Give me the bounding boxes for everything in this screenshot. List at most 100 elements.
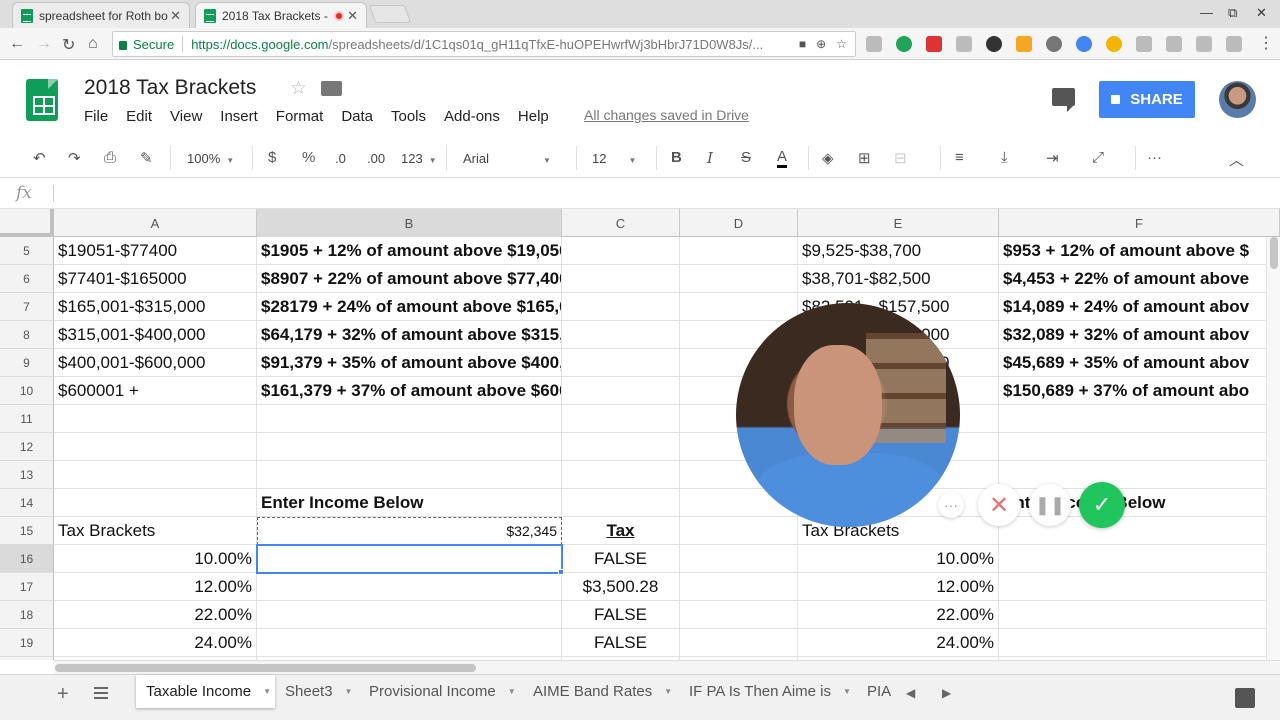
extension-icon[interactable] xyxy=(926,36,942,52)
close-window-icon[interactable]: ✕ xyxy=(1256,5,1267,21)
recorder-pause-icon[interactable]: ❚❚ xyxy=(1029,484,1071,526)
cell-e6[interactable]: $38,701-$82,500 xyxy=(798,265,999,293)
italic-button[interactable]: I xyxy=(707,149,713,167)
cell-f5[interactable]: $953 + 12% of amount above $ xyxy=(999,237,1280,265)
borders-icon[interactable]: ⊞ xyxy=(858,149,871,167)
cell-c12[interactable] xyxy=(562,433,680,461)
caret-down-icon[interactable]: ▼ xyxy=(345,687,353,696)
cell-b11[interactable] xyxy=(257,405,562,433)
cell-e17[interactable]: 12.00% xyxy=(798,573,999,601)
cell-f10[interactable]: $150,689 + 37% of amount abo xyxy=(999,377,1280,405)
comments-icon[interactable] xyxy=(1052,88,1075,112)
row-header-9[interactable]: 9 xyxy=(0,349,54,377)
cell-a18[interactable]: 22.00% xyxy=(54,601,257,629)
font-family-select[interactable]: Arial ▼ xyxy=(463,151,561,166)
sheet-tab-provisional-income[interactable]: Provisional Income ▼ xyxy=(359,675,523,708)
row-header-8[interactable]: 8 xyxy=(0,321,54,349)
paint-format-icon[interactable]: ✎ xyxy=(140,149,153,167)
cell-f17[interactable] xyxy=(999,573,1280,601)
column-header-d[interactable]: D xyxy=(680,209,798,237)
currency-format-button[interactable]: $ xyxy=(268,149,276,166)
menu-tools[interactable]: Tools xyxy=(391,108,426,125)
cell-d7[interactable] xyxy=(680,293,798,321)
vertical-scroll-thumb[interactable] xyxy=(1270,237,1278,269)
recorder-done-icon[interactable]: ✓ xyxy=(1079,482,1125,528)
cell-a17[interactable]: 12.00% xyxy=(54,573,257,601)
zoom-select[interactable]: 100% ▼ xyxy=(187,151,234,166)
cell-c9[interactable] xyxy=(562,349,680,377)
cell-c19[interactable]: FALSE xyxy=(562,629,680,657)
extension-icon[interactable] xyxy=(1106,36,1122,52)
browser-tab-tax-brackets[interactable]: 2018 Tax Brackets - ✕ xyxy=(195,2,367,28)
cell-e18[interactable]: 22.00% xyxy=(798,601,999,629)
sheet-tab-taxable-income[interactable]: Taxable Income ▼ xyxy=(136,675,275,708)
menu-addons[interactable]: Add-ons xyxy=(444,108,500,125)
menu-format[interactable]: Format xyxy=(276,108,324,125)
fill-color-icon[interactable]: ◈ xyxy=(822,149,834,167)
fill-handle[interactable] xyxy=(558,569,564,575)
recorder-more-button[interactable]: ··· xyxy=(938,492,964,518)
document-title[interactable]: 2018 Tax Brackets xyxy=(84,76,256,100)
cell-f19[interactable] xyxy=(999,629,1280,657)
cell-b12[interactable] xyxy=(257,433,562,461)
cell-f12[interactable] xyxy=(999,433,1280,461)
row-header-7[interactable]: 7 xyxy=(0,293,54,321)
row-header-12[interactable]: 12 xyxy=(0,433,54,461)
row-header-16[interactable]: 16 xyxy=(0,545,54,573)
add-sheet-icon[interactable]: + xyxy=(57,683,69,706)
cell-e19[interactable]: 24.00% xyxy=(798,629,999,657)
caret-down-icon[interactable]: ▼ xyxy=(508,687,516,696)
cell-c16[interactable]: FALSE xyxy=(562,545,680,573)
redo-icon[interactable]: ↷ xyxy=(68,149,81,167)
avatar[interactable] xyxy=(1219,81,1256,118)
cell-b18[interactable] xyxy=(257,601,562,629)
cell-f9[interactable]: $45,689 + 35% of amount abov xyxy=(999,349,1280,377)
new-tab-button[interactable] xyxy=(368,5,412,23)
maximize-icon[interactable]: ⧉ xyxy=(1228,5,1237,21)
extension-icon[interactable] xyxy=(896,36,912,52)
select-all-corner[interactable] xyxy=(0,209,54,237)
cell-c13[interactable] xyxy=(562,461,680,489)
column-header-b[interactable]: B xyxy=(257,209,562,237)
browser-tab-roth[interactable]: spreadsheet for Roth bo ✕ xyxy=(12,2,190,28)
menu-view[interactable]: View xyxy=(170,108,202,125)
merge-cells-icon[interactable]: ⊟ xyxy=(894,149,907,167)
cell-c14[interactable] xyxy=(562,489,680,517)
horizontal-scroll-thumb[interactable] xyxy=(55,664,476,672)
extension-icon[interactable] xyxy=(986,36,1002,52)
cell-a15[interactable]: Tax Brackets xyxy=(54,517,257,545)
cell-d17[interactable] xyxy=(680,573,798,601)
cell-a5[interactable]: $19051-$77400 xyxy=(54,237,257,265)
extension-icon[interactable] xyxy=(1076,36,1092,52)
extension-icon[interactable] xyxy=(1046,36,1062,52)
cell-a10[interactable]: $600001 + xyxy=(54,377,257,405)
text-color-button[interactable]: A xyxy=(777,149,788,168)
close-tab-icon[interactable]: ✕ xyxy=(347,8,358,24)
cell-a13[interactable] xyxy=(54,461,257,489)
cell-c18[interactable]: FALSE xyxy=(562,601,680,629)
row-header-18[interactable]: 18 xyxy=(0,601,54,629)
cell-b8[interactable]: $64,179 + 32% of amount above $315,000 xyxy=(257,321,562,349)
more-tools-button[interactable]: ··· xyxy=(1147,149,1162,166)
extension-icon[interactable] xyxy=(1136,36,1152,52)
extension-icon[interactable] xyxy=(1016,36,1032,52)
percent-format-button[interactable]: % xyxy=(302,149,315,166)
column-header-f[interactable]: F xyxy=(999,209,1280,237)
decrease-decimal-button[interactable]: .0 xyxy=(335,151,346,166)
cell-d16[interactable] xyxy=(680,545,798,573)
cell-c11[interactable] xyxy=(562,405,680,433)
cell-c15[interactable]: Tax xyxy=(562,517,680,545)
cell-b17[interactable] xyxy=(257,573,562,601)
cell-f16[interactable] xyxy=(999,545,1280,573)
cell-a12[interactable] xyxy=(54,433,257,461)
cell-a19[interactable]: 24.00% xyxy=(54,629,257,657)
text-rotation-icon[interactable]: ⤢ xyxy=(1092,149,1104,166)
home-icon[interactable]: ⌂ xyxy=(88,35,98,53)
row-header-20[interactable]: 20 xyxy=(0,657,54,660)
print-icon[interactable]: ⎙ xyxy=(104,149,116,166)
back-arrow-icon[interactable]: ← xyxy=(9,35,25,53)
cell-b9[interactable]: $91,379 + 35% of amount above $400,000 xyxy=(257,349,562,377)
strikethrough-button[interactable]: S xyxy=(741,149,751,166)
cell-a16[interactable]: 10.00% xyxy=(54,545,257,573)
bold-button[interactable]: B xyxy=(671,149,682,166)
